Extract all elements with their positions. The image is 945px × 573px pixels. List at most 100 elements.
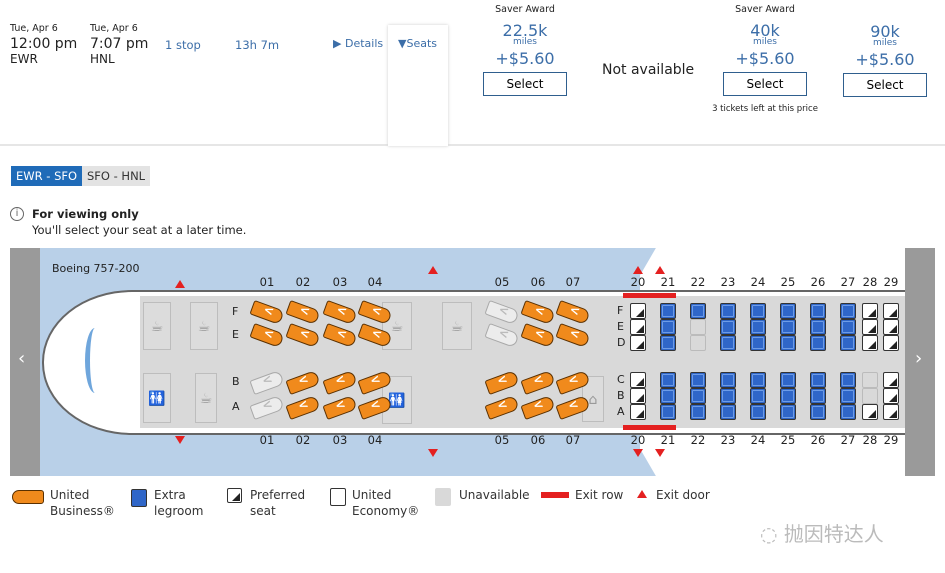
seat-25F[interactable] xyxy=(780,303,796,319)
seat-26A[interactable] xyxy=(810,404,826,420)
seat-23F[interactable] xyxy=(720,303,736,319)
row-number: 24 xyxy=(750,275,766,289)
lavatory-icon: 🚻 xyxy=(143,373,171,423)
seat-20E[interactable] xyxy=(630,319,646,335)
select-button[interactable]: Select xyxy=(483,72,567,96)
tab-ewr-sfo[interactable]: EWR - SFO xyxy=(11,166,83,186)
seat-26D[interactable] xyxy=(810,335,826,351)
depart-airport: EWR xyxy=(10,52,38,66)
seat-letter: D xyxy=(617,336,626,349)
seat-22A[interactable] xyxy=(690,404,706,420)
fare-tax: +$5.60 xyxy=(855,50,915,69)
fare-miles-unit: miles xyxy=(753,37,777,47)
fare-header: Saver Award xyxy=(495,4,555,15)
seat-29F[interactable] xyxy=(883,303,899,319)
seat-24D[interactable] xyxy=(750,335,766,351)
row-number: 27 xyxy=(840,433,856,447)
seat-letter: F xyxy=(232,305,239,318)
legend-exit-row: Exit row xyxy=(575,488,624,502)
seat-21A[interactable] xyxy=(660,404,676,420)
seat-24F[interactable] xyxy=(750,303,766,319)
chevron-right-icon: › xyxy=(915,348,923,369)
seat-28A[interactable] xyxy=(862,404,878,420)
fare-header: Saver Award xyxy=(735,4,795,15)
seat-22C[interactable] xyxy=(690,372,706,388)
seat-20C[interactable] xyxy=(630,372,646,388)
seat-20D[interactable] xyxy=(630,335,646,351)
seat-20B[interactable] xyxy=(630,388,646,404)
seat-23D[interactable] xyxy=(720,335,736,351)
seat-22F[interactable] xyxy=(690,303,706,319)
seat-24B[interactable] xyxy=(750,388,766,404)
seat-map: ‹ Boeing 757-200 ☕ ☕ 🚻 ☕ ☕ 🚻 ☕ ⌂ 0101020… xyxy=(10,248,905,476)
seat-23A[interactable] xyxy=(720,404,736,420)
fare-saver-business: Saver Award 40k miles +$5.60 Select 3 ti… xyxy=(705,4,825,114)
seat-20A[interactable] xyxy=(630,404,646,420)
arrive-airport: HNL xyxy=(90,52,115,66)
seat-27A[interactable] xyxy=(840,404,856,420)
seat-21C[interactable] xyxy=(660,372,676,388)
seat-23B[interactable] xyxy=(720,388,736,404)
seat-27F[interactable] xyxy=(840,303,856,319)
tab-sfo-hnl[interactable]: SFO - HNL xyxy=(82,166,151,186)
seat-27C[interactable] xyxy=(840,372,856,388)
legend-exit-door: Exit door xyxy=(656,488,710,502)
seat-25D[interactable] xyxy=(780,335,796,351)
seat-24C[interactable] xyxy=(750,372,766,388)
seat-25A[interactable] xyxy=(780,404,796,420)
seat-29B[interactable] xyxy=(883,388,899,404)
seat-21F[interactable] xyxy=(660,303,676,319)
seat-21B[interactable] xyxy=(660,388,676,404)
exit-door-icon xyxy=(428,449,438,457)
seat-27E[interactable] xyxy=(840,319,856,335)
seat-28F[interactable] xyxy=(862,303,878,319)
seat-23C[interactable] xyxy=(720,372,736,388)
seat-21E[interactable] xyxy=(660,319,676,335)
seat-25E[interactable] xyxy=(780,319,796,335)
arrive-time: 7:07 pm xyxy=(90,36,149,52)
seat-24A[interactable] xyxy=(750,404,766,420)
row-number: 07 xyxy=(565,275,581,289)
galley-icon: ☕ xyxy=(143,302,171,350)
seat-23E[interactable] xyxy=(720,319,736,335)
seat-26C[interactable] xyxy=(810,372,826,388)
exit-row-bar xyxy=(623,293,676,298)
select-button[interactable]: Select xyxy=(723,72,807,96)
seat-28E[interactable] xyxy=(862,319,878,335)
select-button[interactable]: Select xyxy=(843,73,927,97)
legend-preferred-icon xyxy=(227,488,242,503)
seat-letter: B xyxy=(617,389,625,402)
seats-label: Seats xyxy=(406,37,438,50)
row-number: 23 xyxy=(720,275,736,289)
seat-26B[interactable] xyxy=(810,388,826,404)
watermark-text: 抛因特达人 xyxy=(783,522,884,546)
seat-29E[interactable] xyxy=(883,319,899,335)
seat-28D[interactable] xyxy=(862,335,878,351)
galley-icon: ☕ xyxy=(442,302,472,350)
seat-27D[interactable] xyxy=(840,335,856,351)
seat-24E[interactable] xyxy=(750,319,766,335)
scroll-right-button[interactable]: › xyxy=(905,248,935,476)
seat-29A[interactable] xyxy=(883,404,899,420)
seat-21D[interactable] xyxy=(660,335,676,351)
seat-29C[interactable] xyxy=(883,372,899,388)
seat-25B[interactable] xyxy=(780,388,796,404)
row-number: 04 xyxy=(367,433,383,447)
seat-27B[interactable] xyxy=(840,388,856,404)
fare-saver-economy: Saver Award 22.5k miles +$5.60 Select xyxy=(465,4,585,96)
exit-door-icon xyxy=(428,266,438,274)
seat-29D[interactable] xyxy=(883,335,899,351)
seat-22B[interactable] xyxy=(690,388,706,404)
seat-20F[interactable] xyxy=(630,303,646,319)
seat-26E[interactable] xyxy=(810,319,826,335)
seat-letter: F xyxy=(617,304,624,317)
scroll-left-button[interactable]: ‹ xyxy=(10,248,40,476)
caret-right-icon: ▶ xyxy=(333,37,342,50)
seat-letter: A xyxy=(232,400,240,413)
seat-25C[interactable] xyxy=(780,372,796,388)
stops-link[interactable]: 1 stop xyxy=(165,38,201,52)
seats-toggle[interactable]: ▼Seats xyxy=(398,37,437,50)
details-toggle[interactable]: ▶ Details xyxy=(333,37,383,50)
seat-26F[interactable] xyxy=(810,303,826,319)
row-number: 27 xyxy=(840,275,856,289)
